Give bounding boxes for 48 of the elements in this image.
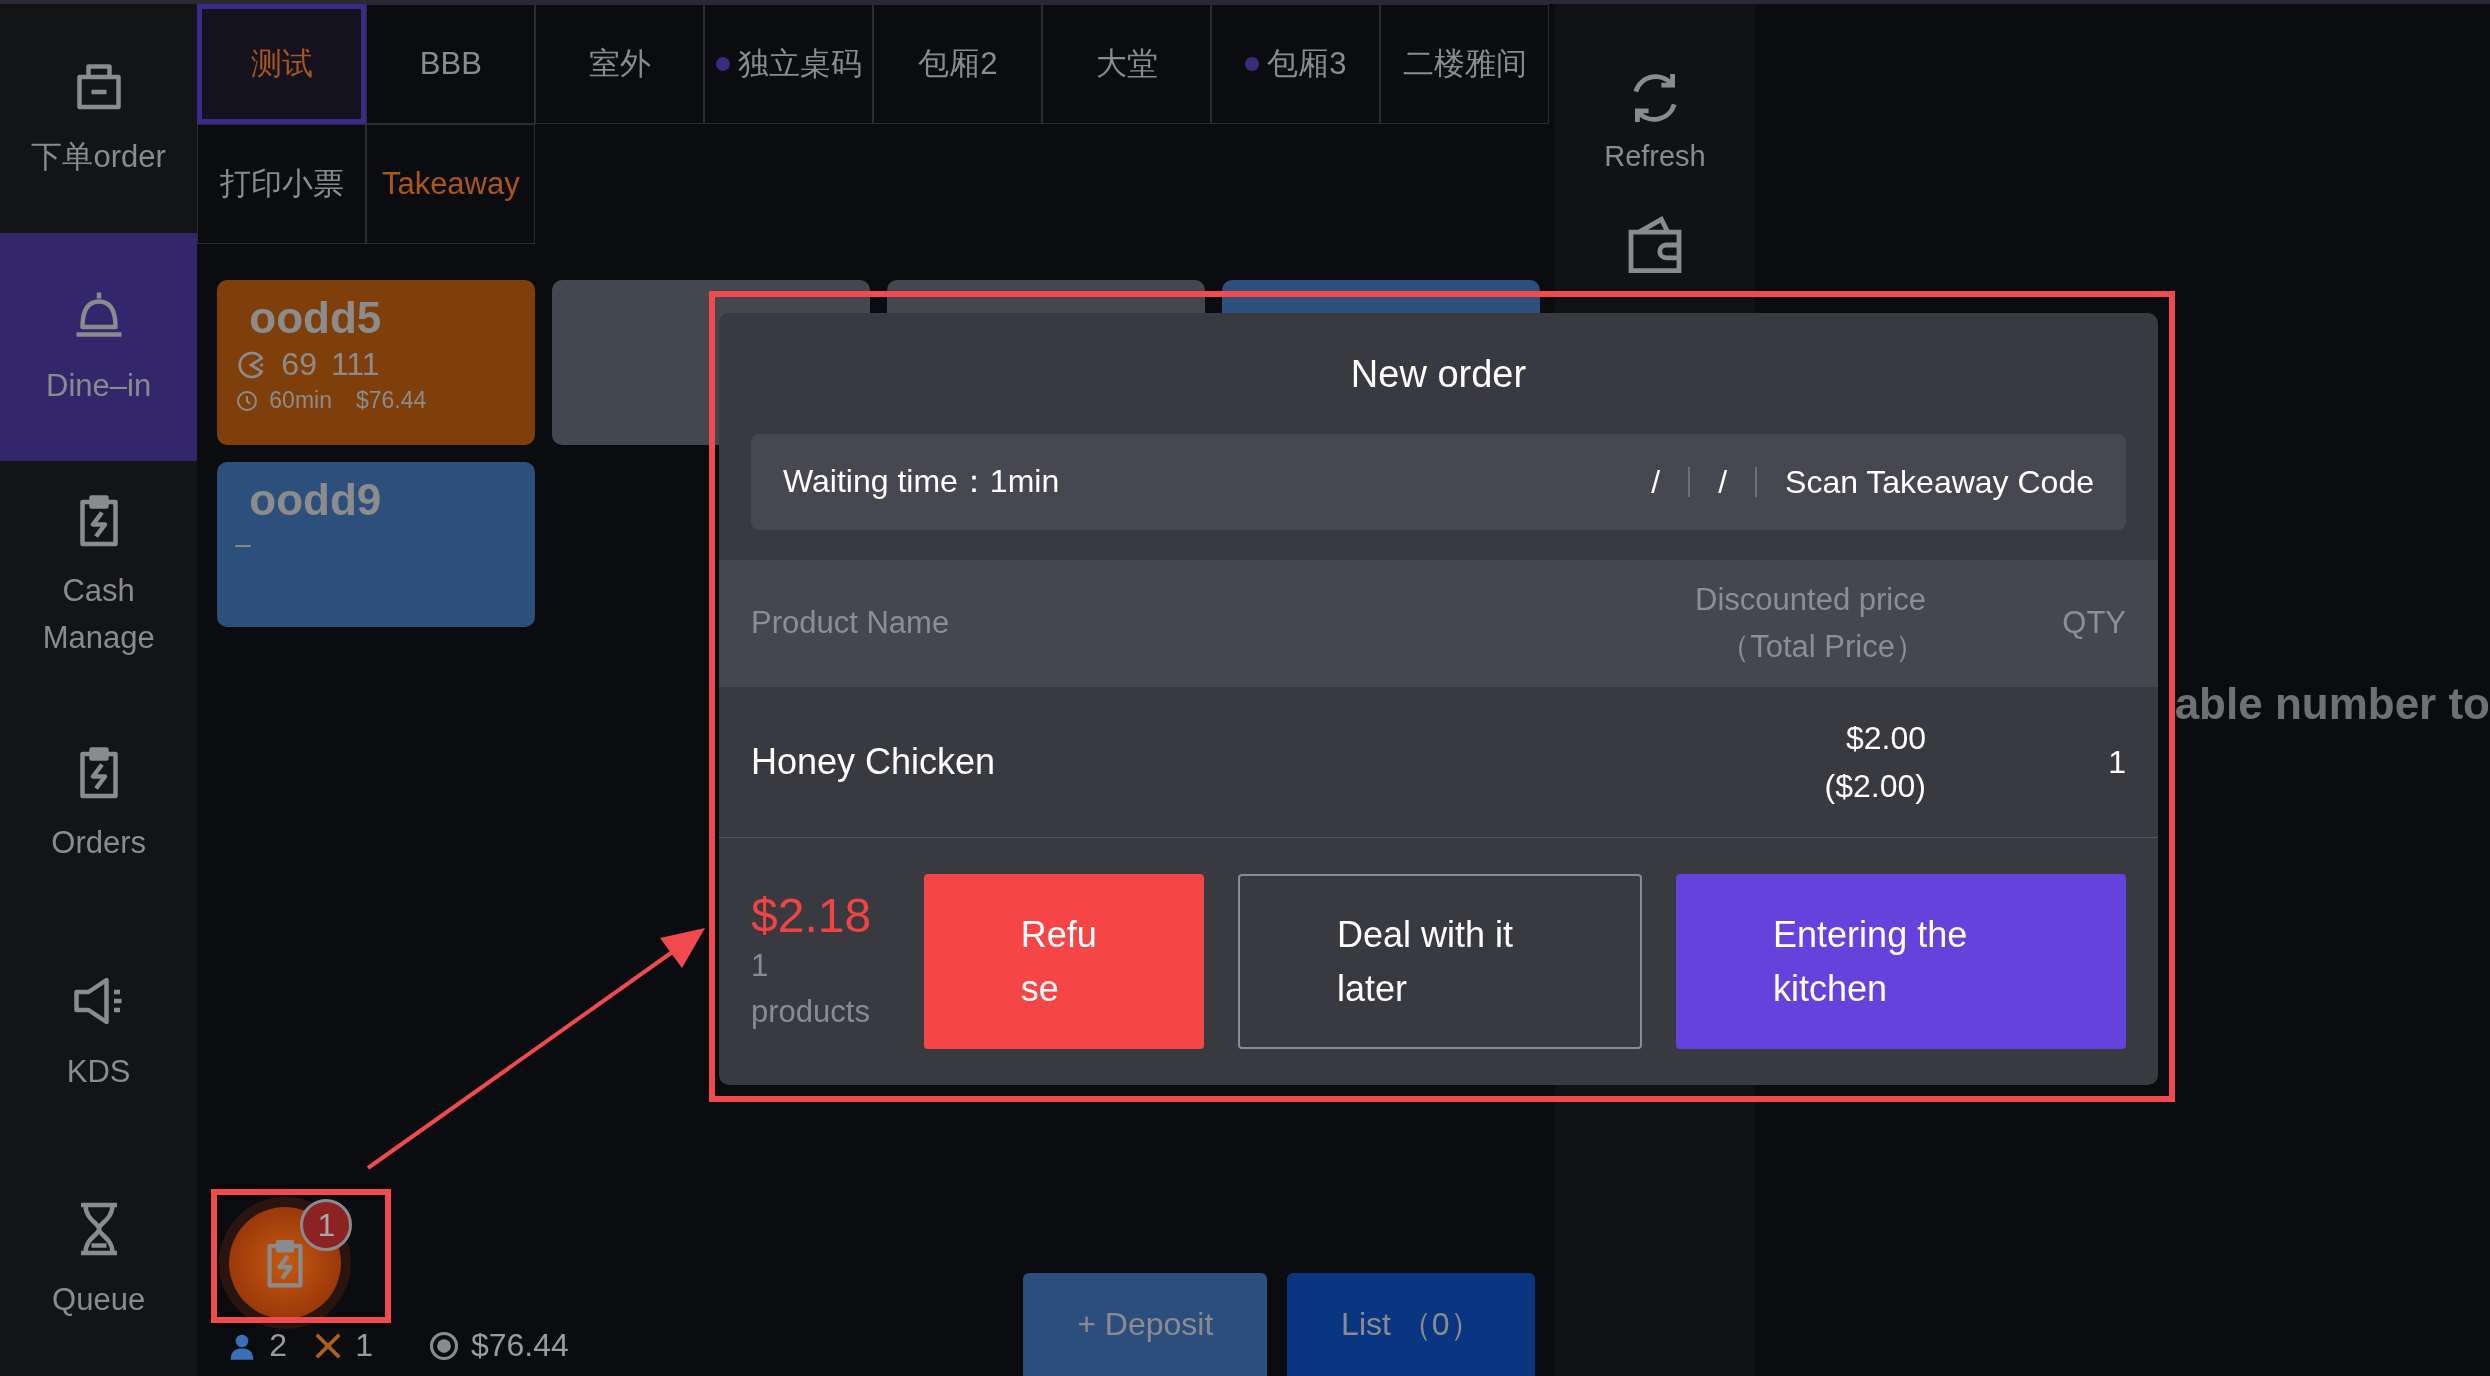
table-area-tab[interactable]: 二楼雅间 bbox=[1380, 4, 1550, 124]
refuse-button[interactable]: Refuse bbox=[923, 874, 1204, 1049]
accept-button[interactable]: Entering the kitchen bbox=[1676, 874, 2126, 1049]
table-area-tab[interactable]: 包厢3 bbox=[1211, 4, 1381, 124]
clock-icon bbox=[235, 388, 260, 413]
sidebar-item[interactable]: Dine–in bbox=[0, 232, 198, 462]
sidebar-item[interactable]: KDS bbox=[0, 918, 198, 1148]
table-area-tab[interactable]: 独立桌码 bbox=[704, 4, 874, 124]
table-name: oodd5 bbox=[248, 294, 382, 343]
product-price: $2.00 ($2.00) bbox=[1823, 719, 1926, 806]
sidebar-item[interactable]: Cash Manage bbox=[0, 461, 198, 690]
order-total: $2.18 bbox=[751, 887, 873, 943]
order-number: 111 bbox=[330, 346, 380, 384]
amount: $76.44 bbox=[356, 387, 427, 415]
product-quantity: 1 bbox=[2107, 743, 2126, 782]
hint-text: able number to bbox=[2174, 679, 2490, 728]
table-area-tab[interactable]: Takeaway bbox=[366, 124, 536, 244]
column-header: Product Name bbox=[751, 604, 951, 643]
table-area-tab[interactable]: 大堂 bbox=[1042, 4, 1212, 124]
dish-total: 1 bbox=[355, 1327, 373, 1364]
guest-total: 2 bbox=[269, 1327, 288, 1364]
table-area-tab[interactable]: 测试 bbox=[197, 4, 367, 124]
sidebar-item[interactable]: 下单order bbox=[0, 4, 198, 233]
table-area-tab[interactable]: 包厢2 bbox=[873, 4, 1043, 124]
scan-code-link[interactable]: Scan Takeaway Code bbox=[1785, 463, 2094, 501]
table-name: oodd9 bbox=[248, 476, 382, 525]
later-button[interactable]: Deal with it later bbox=[1237, 874, 1643, 1049]
sidebar-item[interactable]: Queue bbox=[0, 1147, 198, 1376]
total-amount: $76.44 bbox=[470, 1327, 569, 1364]
field-value: / bbox=[1718, 463, 1728, 501]
duration: 60min bbox=[269, 387, 332, 415]
coin-icon bbox=[428, 1330, 459, 1361]
table-status: – bbox=[235, 528, 251, 561]
table-area-tab[interactable]: 室外 bbox=[535, 4, 705, 124]
table-area-tab[interactable]: BBB bbox=[366, 4, 536, 124]
product-name: Honey Chicken bbox=[751, 740, 997, 784]
toolbar-item[interactable]: Refresh bbox=[1604, 66, 1706, 173]
product-count: 1 products bbox=[751, 946, 871, 1031]
list-button[interactable]: List （0） bbox=[1287, 1273, 1536, 1376]
field-value: / bbox=[1651, 463, 1661, 501]
column-header: QTY bbox=[2061, 604, 2126, 643]
dialog-title: New order bbox=[1350, 353, 1527, 396]
sidebar-item[interactable]: Orders bbox=[0, 690, 198, 919]
column-header: Discounted price （Total Price） bbox=[1694, 581, 1926, 666]
guest-count: 69 bbox=[281, 346, 317, 384]
waiting-time: Waiting time：1min bbox=[783, 462, 1060, 501]
notification-badge: 1 bbox=[300, 1199, 353, 1251]
table-area-tab[interactable]: 打印小票 bbox=[197, 124, 367, 244]
